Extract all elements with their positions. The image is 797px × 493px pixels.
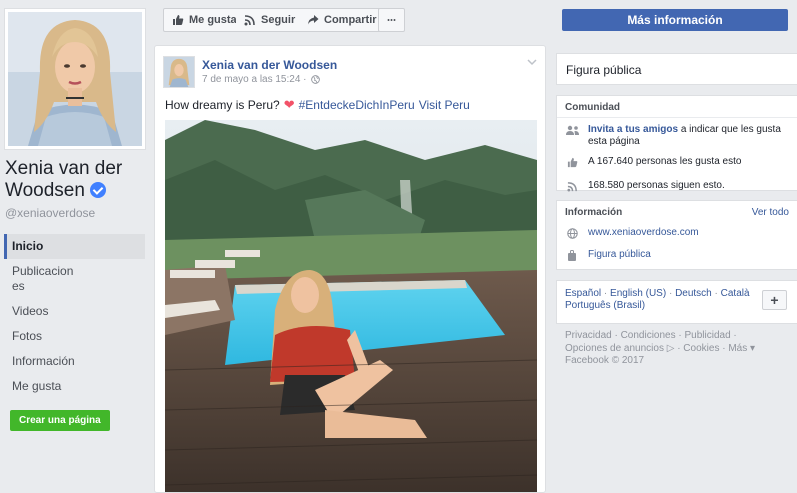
ellipsis-icon [387,19,396,21]
invite-friends-icon [565,124,579,136]
page-category-card: Figura pública [556,53,797,85]
left-column: Xenia van der Woodsen @xeniaoverdose Ini… [0,0,154,493]
invite-friends-link[interactable]: Invita a tus amigos [588,124,678,135]
tag-icon [565,249,579,261]
nav-item-publicaciones[interactable]: Publicaciones [4,259,76,299]
language-list: Español · English (US) · Deutsch · Catal… [565,288,750,311]
page-title-text: Xenia van der Woodsen [5,158,123,201]
about-header: Información Ver todo [557,201,797,223]
verified-badge-icon [90,182,107,198]
profile-photo [8,12,142,146]
post-text: How dreamy is Peru? ❤ #EntdeckeDichInPer… [165,97,470,113]
website-link[interactable]: www.xeniaoverdose.com [588,227,699,239]
rss-icon [565,180,579,192]
post-timestamp[interactable]: 7 de mayo a las 15:24 · [202,74,307,85]
add-language-button[interactable]: + [762,290,787,310]
page-handle: @xeniaoverdose [5,206,96,220]
share-arrow-icon [308,15,319,25]
about-card: Información Ver todo www.xeniaoverdose.c… [556,200,797,270]
category-link[interactable]: Figura pública [588,249,651,261]
copyright: Facebook © 2017 [565,355,645,366]
likes-count[interactable]: A 167.640 personas les gusta esto [588,156,741,168]
invite-friends-row: Invita a tus amigos a indicar que les gu… [557,118,797,152]
nav-item-me-gusta[interactable]: Me gusta [4,374,145,399]
profile-picture[interactable] [4,8,146,150]
nav-item-informacion[interactable]: Información [4,349,145,374]
footer-links: Privacidad · Condiciones · Publicidad · … [565,330,765,368]
like-button[interactable]: Me gusta [163,8,246,32]
post-meta: 7 de mayo a las 15:24 · [202,74,320,85]
language-deutsch[interactable]: Deutsch [675,288,712,299]
community-card: Comunidad Invita a tus amigos a indicar … [556,95,797,192]
page-title[interactable]: Xenia van der Woodsen [5,158,153,202]
globe-icon [565,227,579,239]
nav-item-inicio[interactable]: Inicio [4,234,145,259]
footer-line-1[interactable]: Privacidad · Condiciones · Publicidad · [565,330,765,343]
nav-item-videos[interactable]: Videos [4,299,145,324]
website-row: www.xeniaoverdose.com [557,223,797,243]
more-info-button[interactable]: Más información [562,9,788,31]
language-portugues[interactable]: Português (Brasil) [565,300,645,311]
thumbs-up-icon [173,15,184,25]
likes-row: A 167.640 personas les gusta esto [557,152,797,172]
more-options-button[interactable] [378,8,405,32]
language-espanol[interactable]: Español [565,288,601,299]
follow-button[interactable]: Seguir [236,8,305,32]
globe-icon [310,75,320,84]
post-link[interactable]: Visit Peru [419,98,470,112]
post-card: Xenia van der Woodsen 7 de mayo a las 15… [154,45,546,493]
language-english[interactable]: English (US) [610,288,666,299]
category-row: Figura pública [557,243,797,265]
follows-row: 168.580 personas siguen esto. [557,172,797,196]
like-button-label: Me gusta [189,14,237,26]
chevron-down-icon[interactable] [527,58,537,66]
rss-icon [244,15,255,26]
left-navigation: Inicio Publicaciones Videos Fotos Inform… [4,234,145,399]
heart-emoji-icon: ❤ [283,97,295,112]
follow-button-label: Seguir [261,14,296,26]
nav-item-fotos[interactable]: Fotos [4,324,145,349]
community-title: Comunidad [565,102,620,113]
language-catala[interactable]: Català [721,288,750,299]
language-card: Español · English (US) · Deutsch · Catal… [556,280,797,324]
post-author-avatar[interactable] [163,56,195,88]
footer-line-2[interactable]: Opciones de anuncios ▷ · Cookies · Más ▾ [565,343,765,356]
about-title: Información [565,207,623,218]
page-action-bar: Me gusta Seguir Compartir Más informació… [154,0,797,40]
follows-count[interactable]: 168.580 personas siguen esto. [588,180,725,192]
thumbs-up-icon [565,156,579,168]
post-caption: How dreamy is Peru? [165,98,280,112]
post-author-name[interactable]: Xenia van der Woodsen [202,58,337,72]
see-all-link[interactable]: Ver todo [752,207,789,218]
community-header: Comunidad [557,96,797,118]
share-button-label: Compartir [324,14,377,26]
create-page-button[interactable]: Crear una página [10,410,110,431]
post-photo[interactable] [165,120,537,493]
post-hashtag[interactable]: #EntdeckeDichInPeru [299,98,415,112]
share-button[interactable]: Compartir [299,8,386,32]
